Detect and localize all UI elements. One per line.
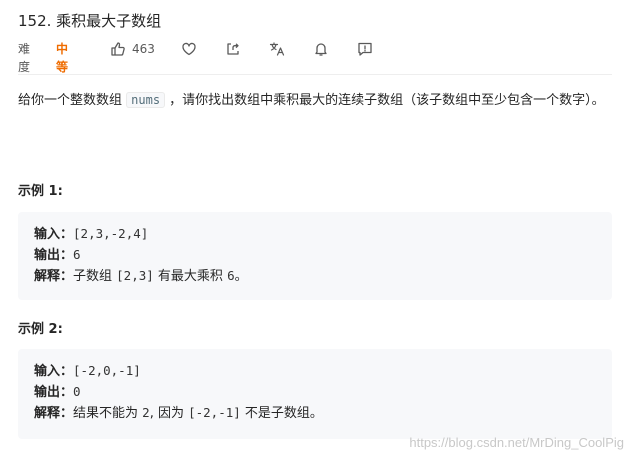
problem-title: 152. 乘积最大子数组 [18,12,162,30]
output-value: 6 [73,247,81,262]
share-button[interactable] [224,40,242,58]
difficulty-value: 中等 [56,42,69,74]
explain-label: 解释： [34,406,74,421]
explain-text: 不是子数组。 [240,406,323,421]
description-text: 给你一个整数数组 [18,93,127,108]
explain-text: 子数组 [73,269,117,284]
output-label: 输出： [34,385,74,400]
explain-code: [-2,-1] [188,405,241,420]
explain-text: , 因为 [149,406,189,421]
output-value: 0 [73,384,81,399]
explain-text: 结果不能为 [73,406,143,421]
description-text-rest: ，请你找出数组中乘积最大的连续子数组（该子数组中至少包含一个数字）。 [165,93,605,108]
example-2-box: 输入：[-2,0,-1] 输出：0 解释：结果不能为 2, 因为 [-2,-1]… [18,349,612,439]
translate-icon [269,42,285,56]
input-label: 输入： [34,364,74,379]
feedback-button[interactable] [356,40,374,58]
example-1-box: 输入：[2,3,-2,4] 输出：6 解释：子数组 [2,3] 有最大乘积 6。 [18,212,612,300]
difficulty-label: 难度 [18,42,31,74]
like-count: 463 [132,42,155,56]
example-2-input: 输入：[-2,0,-1] [34,361,141,382]
explain-label: 解释： [34,269,74,284]
explain-text: 。 [234,269,248,284]
notify-button[interactable] [312,40,330,58]
explain-code: [2,3] [116,268,154,283]
thumbs-up-icon [111,42,125,56]
input-value: [-2,0,-1] [73,363,141,378]
output-label: 输出： [34,248,74,263]
input-value: [2,3,-2,4] [73,226,149,241]
example-1-input: 输入：[2,3,-2,4] [34,224,148,245]
example-1-title: 示例 1: [18,184,63,199]
bell-icon [315,43,327,56]
input-label: 输入： [34,227,74,242]
like-button[interactable]: 463 [110,40,155,58]
share-icon [227,43,239,55]
explain-code: 6 [227,268,235,283]
translate-button[interactable] [268,40,286,58]
problem-description: 给你一个整数数组 nums ，请你找出数组中乘积最大的连续子数组（该子数组中至少… [18,90,616,111]
description-code: nums [126,92,166,108]
example-1-output: 输出：6 [34,245,81,266]
example-2-title: 示例 2: [18,322,63,337]
example-1-explanation: 解释：子数组 [2,3] 有最大乘积 6。 [34,266,248,287]
feedback-icon [358,42,372,56]
header-divider [18,74,612,75]
heart-icon [182,42,196,56]
explain-code: 2 [142,405,150,420]
example-2-explanation: 解释：结果不能为 2, 因为 [-2,-1] 不是子数组。 [34,403,323,424]
watermark: https://blog.csdn.net/MrDing_CoolPig [409,435,624,450]
explain-text: 有最大乘积 [153,269,228,284]
example-2-output: 输出：0 [34,382,81,403]
favorite-button[interactable] [180,40,198,58]
